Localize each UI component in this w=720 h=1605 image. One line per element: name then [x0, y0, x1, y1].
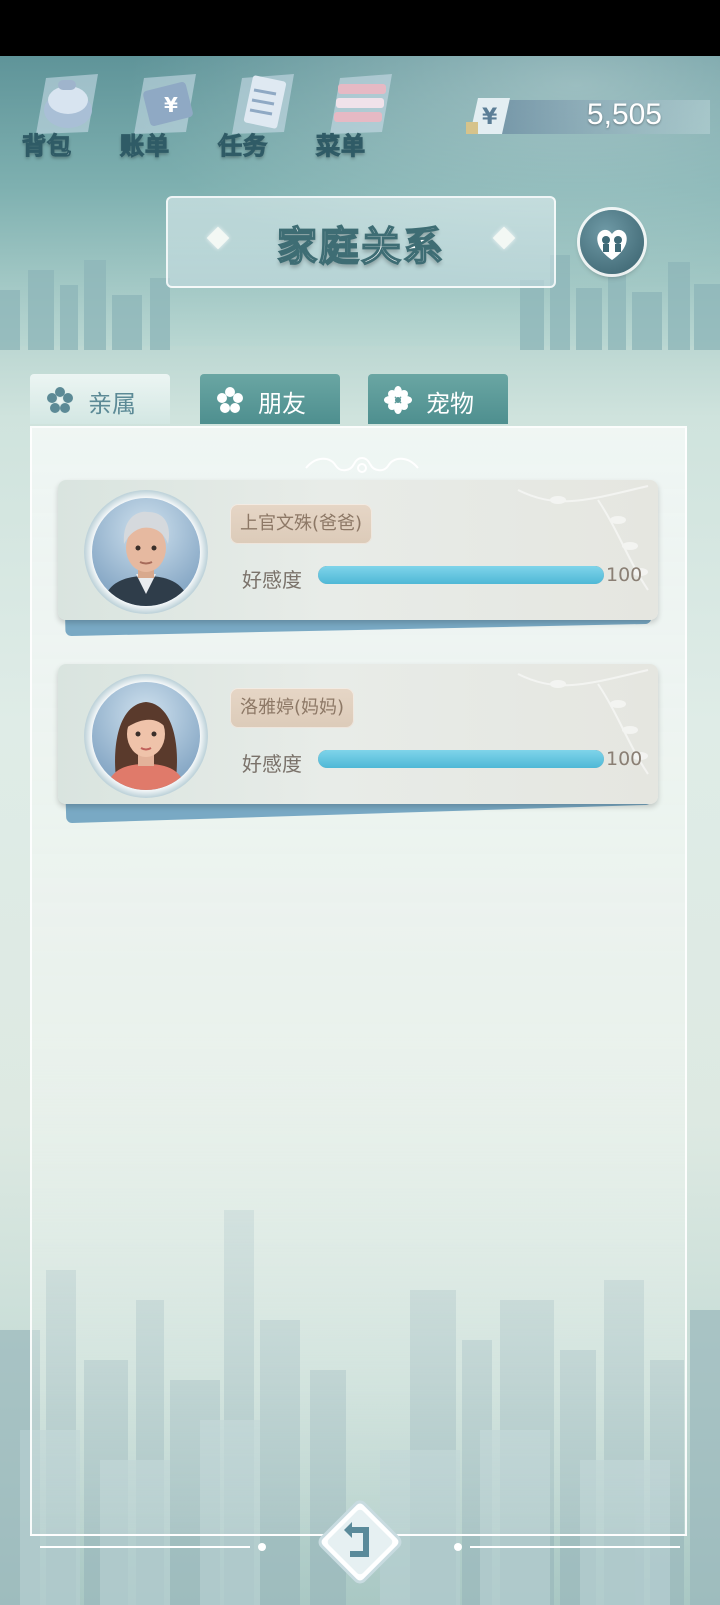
nav-task-label: 任务: [218, 132, 268, 161]
svg-text:¥: ¥: [164, 93, 178, 117]
tab-pets-label: 宠物: [426, 390, 474, 418]
avatar: [92, 498, 200, 606]
svg-text:¥: ¥: [482, 105, 498, 130]
sakura-icon: [47, 387, 73, 413]
tab-relatives-label: 亲属: [88, 390, 136, 418]
ornament-icon: [305, 457, 419, 473]
favor-bar: [318, 750, 604, 768]
avatar-frame: [84, 674, 208, 798]
flower-icon: [384, 386, 412, 414]
avatar: [92, 682, 200, 790]
relation-name: 上官文殊(爸爸): [230, 504, 373, 544]
nav-backpack-label: 背包: [22, 132, 72, 161]
nav-bill-button[interactable]: ¥ 账单: [116, 60, 208, 164]
nav-backpack-button[interactable]: 背包: [18, 60, 110, 164]
relations-panel: 上官文殊(爸爸) 好感度 100 洛雅婷(妈妈) 好感度 100: [30, 426, 687, 1536]
favor-value: 100: [606, 564, 643, 586]
favor-value: 100: [606, 748, 643, 770]
back-arrow-icon: [318, 1500, 402, 1584]
favor-label: 好感度: [242, 752, 302, 776]
favor-bar-fill: [318, 566, 604, 584]
nav-bill-label: 账单: [120, 132, 170, 161]
tab-friends[interactable]: 朋友: [200, 374, 340, 424]
relation-card-body: 洛雅婷(妈妈) 好感度 100: [58, 664, 658, 804]
sakura-icon: [217, 387, 243, 413]
top-nav: 背包 ¥ 账单 任务 菜单: [18, 60, 438, 170]
favor-bar: [318, 566, 604, 584]
relation-card[interactable]: 洛雅婷(妈妈) 好感度 100: [58, 664, 658, 824]
favor-bar-fill: [318, 750, 604, 768]
family-icon: [597, 229, 627, 260]
relation-card-body: 上官文殊(爸爸) 好感度 100: [58, 480, 658, 620]
nav-menu-label: 菜单: [316, 132, 366, 161]
yen-icon: ¥: [466, 98, 510, 134]
family-icon-button[interactable]: [580, 210, 644, 274]
avatar-frame: [84, 490, 208, 614]
status-bar: [0, 0, 720, 56]
mother-portrait-icon: [106, 702, 186, 790]
currency-amount: 5,505: [586, 98, 662, 131]
tab-pets[interactable]: 宠物: [368, 374, 508, 424]
back-button[interactable]: [314, 1496, 406, 1588]
divider-right: [454, 1543, 680, 1551]
father-portrait-icon: [102, 511, 190, 606]
page-title-plate: 家庭关系: [166, 196, 556, 288]
tab-relatives[interactable]: 亲属: [30, 374, 170, 424]
favor-label: 好感度: [242, 568, 302, 592]
page-title: 家庭关系: [276, 223, 445, 271]
nav-menu-button[interactable]: 菜单: [312, 60, 404, 164]
divider-left: [40, 1543, 266, 1551]
tab-friends-label: 朋友: [258, 390, 306, 418]
relation-tabs: 亲属 朋友 宠物: [30, 374, 530, 426]
nav-task-button[interactable]: 任务: [214, 60, 306, 164]
relation-name: 洛雅婷(妈妈): [230, 688, 355, 728]
relation-card[interactable]: 上官文殊(爸爸) 好感度 100: [58, 480, 658, 637]
currency-display: ¥ 5,505: [460, 96, 710, 136]
